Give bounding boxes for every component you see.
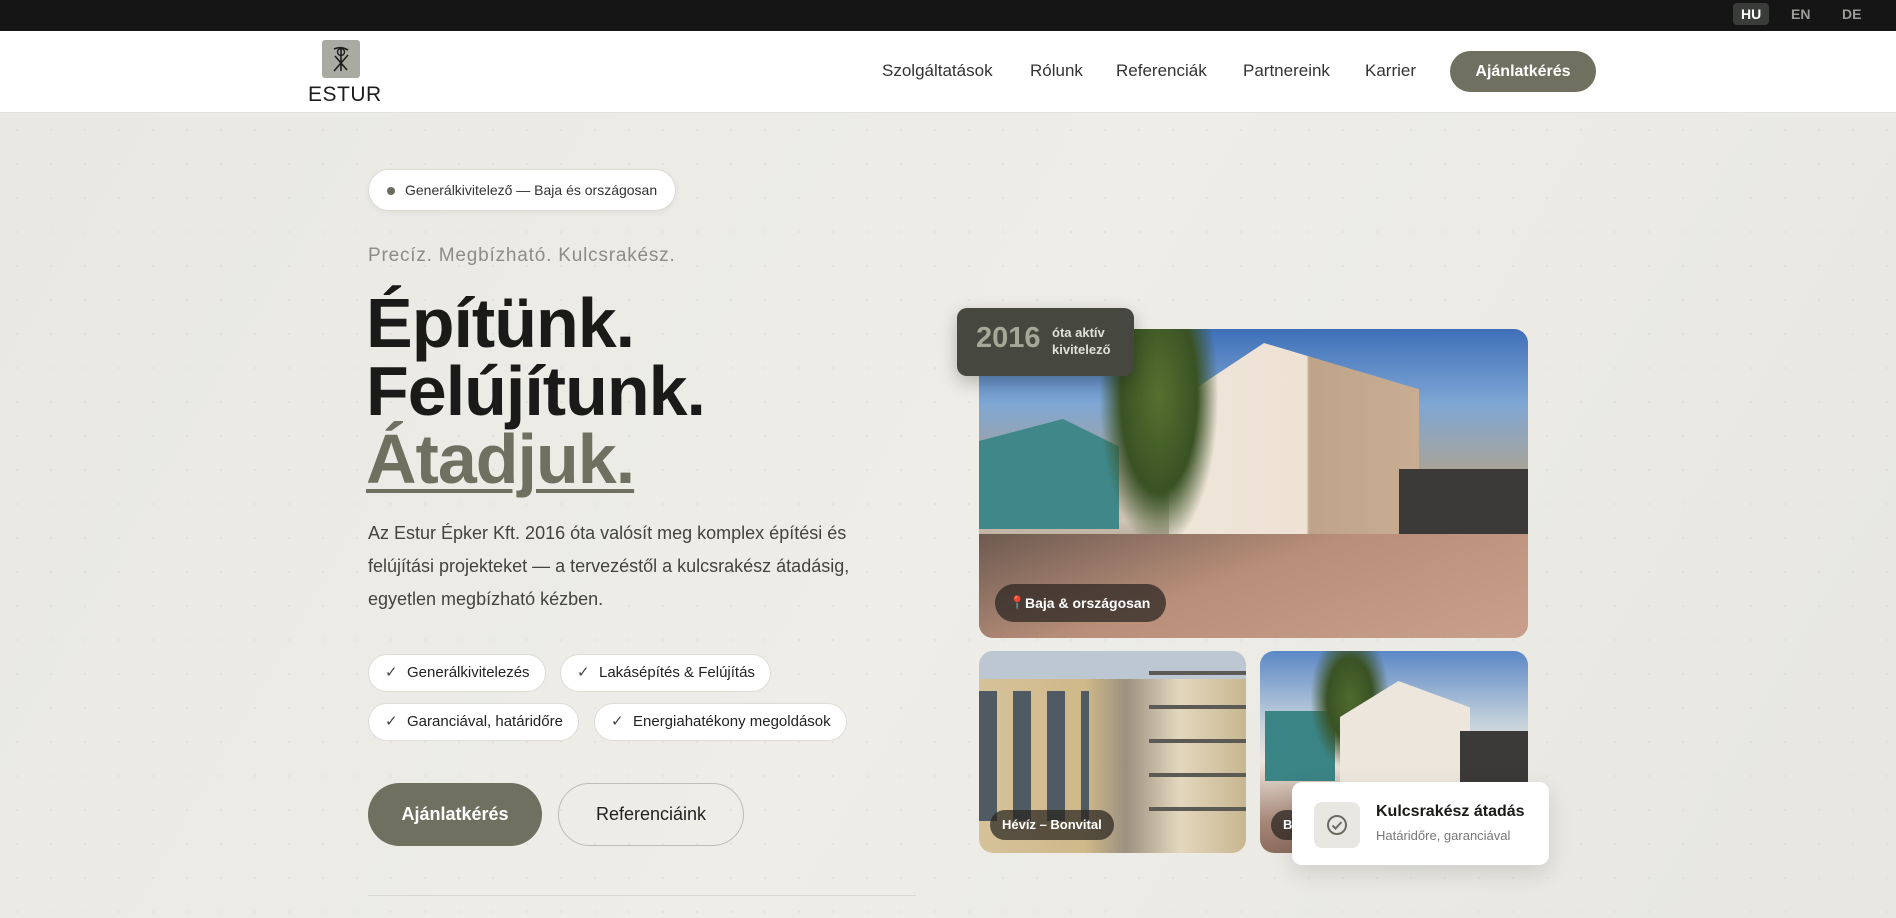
check-icon: ✓ (385, 664, 398, 681)
founded-stat-card: 2016 óta aktív kivitelező (957, 308, 1134, 376)
turnkey-card: Kulcsrakész átadás Határidőre, garanciáv… (1292, 782, 1549, 865)
feature-pill: ✓ Lakásépítés & Felújítás (560, 654, 771, 692)
feature-pill: ✓ Generálkivitelezés (368, 654, 546, 692)
nav-services[interactable]: Szolgáltatások (882, 61, 993, 81)
stat-year: 2016 (976, 322, 1041, 354)
location-badge: Hévíz – Bonvital (990, 810, 1114, 840)
feature-label: Energiahatékony megoldások (633, 713, 831, 730)
check-icon: ✓ (611, 713, 624, 730)
nav-about[interactable]: Rólunk (1030, 61, 1083, 81)
hero-dot-pattern (0, 113, 1896, 918)
check-circle-icon (1314, 802, 1360, 848)
check-icon: ✓ (385, 713, 398, 730)
map-pin-icon: 📍 (1009, 595, 1026, 610)
top-language-bar: HU EN DE (0, 0, 1896, 31)
hero-badge: Generálkivitelező — Baja és országosan (368, 169, 677, 211)
lang-de[interactable]: DE (1834, 3, 1869, 25)
site-header: ESTUR Szolgáltatások Rólunk Referenciák … (0, 31, 1896, 113)
references-button[interactable]: Referenciáink (558, 783, 744, 846)
feature-label: Garanciával, határidőre (407, 713, 563, 730)
location-label: Baja & országosan (1025, 595, 1151, 611)
nav-partners[interactable]: Partnereink (1243, 61, 1330, 81)
stat-label: óta aktív (1052, 325, 1105, 340)
logo-icon[interactable] (322, 40, 360, 78)
check-icon: ✓ (577, 664, 590, 681)
logo-text[interactable]: ESTUR (308, 83, 382, 107)
nav-references[interactable]: Referenciák (1116, 61, 1207, 81)
stat-label: kivitelező (1052, 342, 1111, 357)
hero-intro: Az Estur Épker Kft. 2016 óta valósít meg… (368, 523, 850, 609)
headline-line-2: Felújítunk. (366, 352, 706, 430)
hero-tagline: Precíz. Megbízható. Kulcsrakész. (368, 245, 676, 266)
badge-dot-icon (387, 187, 395, 195)
feature-label: Generálkivitelezés (407, 664, 530, 681)
quote-button[interactable]: Ajánlatkérés (368, 783, 542, 846)
feature-pill: ✓ Energiahatékony megoldások (594, 703, 847, 741)
headline-line-3: Átadjuk. (366, 420, 635, 498)
divider (368, 895, 916, 896)
feature-label: Lakásépítés & Felújítás (599, 664, 755, 681)
nav-quote-button[interactable]: Ajánlatkérés (1450, 51, 1596, 92)
headline-line-1: Építünk. (366, 284, 635, 362)
location-badge: 📍 Baja & országosan (995, 584, 1167, 622)
photo-windows (979, 691, 1089, 821)
badge-text: Generálkivitelező — Baja és országosan (405, 182, 658, 198)
project-photo-heviz: Hévíz – Bonvital (979, 651, 1246, 853)
feature-pill: ✓ Garanciával, határidőre (368, 703, 579, 741)
photo-balconies (1149, 671, 1246, 821)
toast-subtitle: Határidőre, garanciával (1376, 828, 1511, 843)
lang-en[interactable]: EN (1783, 3, 1818, 25)
toast-title: Kulcsrakész átadás (1376, 803, 1525, 820)
lang-hu[interactable]: HU (1733, 3, 1770, 25)
hero-section: Generálkivitelező — Baja és országosan P… (0, 113, 1896, 918)
nav-careers[interactable]: Karrier (1365, 61, 1416, 81)
photo-neighbor-house (979, 419, 1119, 529)
